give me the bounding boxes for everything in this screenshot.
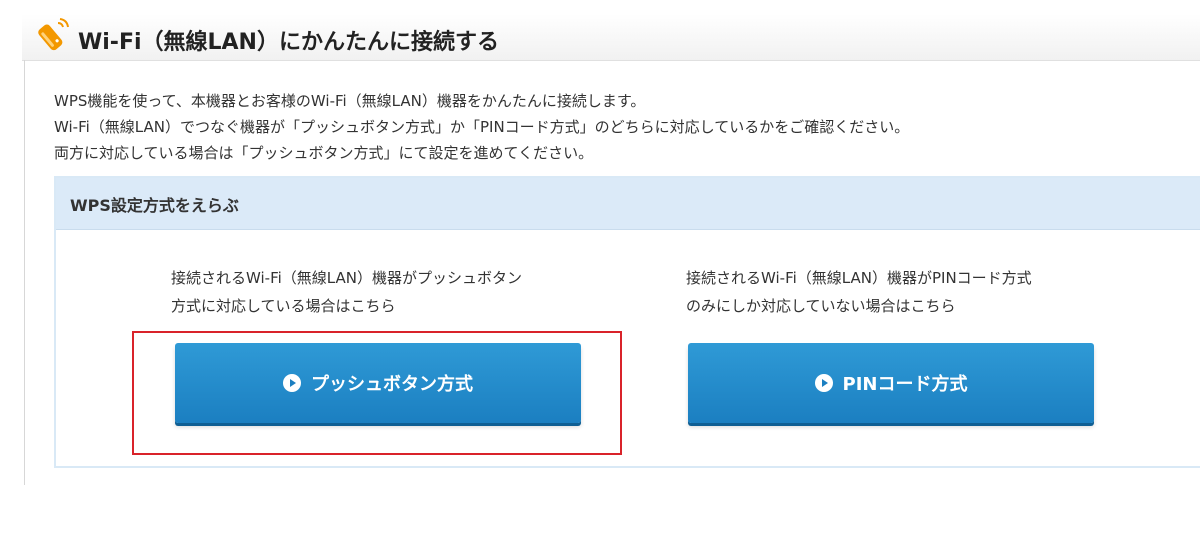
intro-line: Wi-Fi（無線LAN）でつなぐ機器が「プッシュボタン方式」か「PINコード方式… [54, 118, 910, 136]
push-button-description: 接続されるWi-Fi（無線LAN）機器がプッシュボタン 方式に対応している場合は… [171, 264, 522, 320]
page-header: Wi-Fi（無線LAN）にかんたんに接続する [22, 14, 1200, 61]
description-line: 接続されるWi-Fi（無線LAN）機器がPINコード方式 [686, 269, 1032, 287]
pin-code-description: 接続されるWi-Fi（無線LAN）機器がPINコード方式 のみにしか対応していな… [686, 264, 1032, 320]
intro-line: WPS機能を使って、本機器とお客様のWi-Fi（無線LAN）機器をかんたんに接続… [54, 92, 646, 110]
pin-code-method-button[interactable]: PINコード方式 [688, 343, 1094, 423]
pin-code-method-label: PINコード方式 [842, 374, 968, 395]
description-line: のみにしか対応していない場合はこちら [686, 297, 956, 315]
intro-line: 両方に対応している場合は「プッシュボタン方式」にて設定を進めてください。 [54, 144, 594, 162]
description-line: 方式に対応している場合はこちら [171, 297, 396, 315]
description-line: 接続されるWi-Fi（無線LAN）機器がプッシュボタン [171, 269, 522, 287]
pencil-icon [38, 18, 69, 51]
intro-text: WPS機能を使って、本機器とお客様のWi-Fi（無線LAN）機器をかんたんに接続… [54, 88, 909, 166]
page-title: Wi-Fi（無線LAN）にかんたんに接続する [78, 30, 499, 55]
play-circle-icon [814, 374, 833, 392]
wps-panel-header: WPS設定方式をえらぶ [56, 178, 1200, 230]
wps-panel-title: WPS設定方式をえらぶ [70, 196, 239, 215]
highlight-box [132, 331, 622, 455]
